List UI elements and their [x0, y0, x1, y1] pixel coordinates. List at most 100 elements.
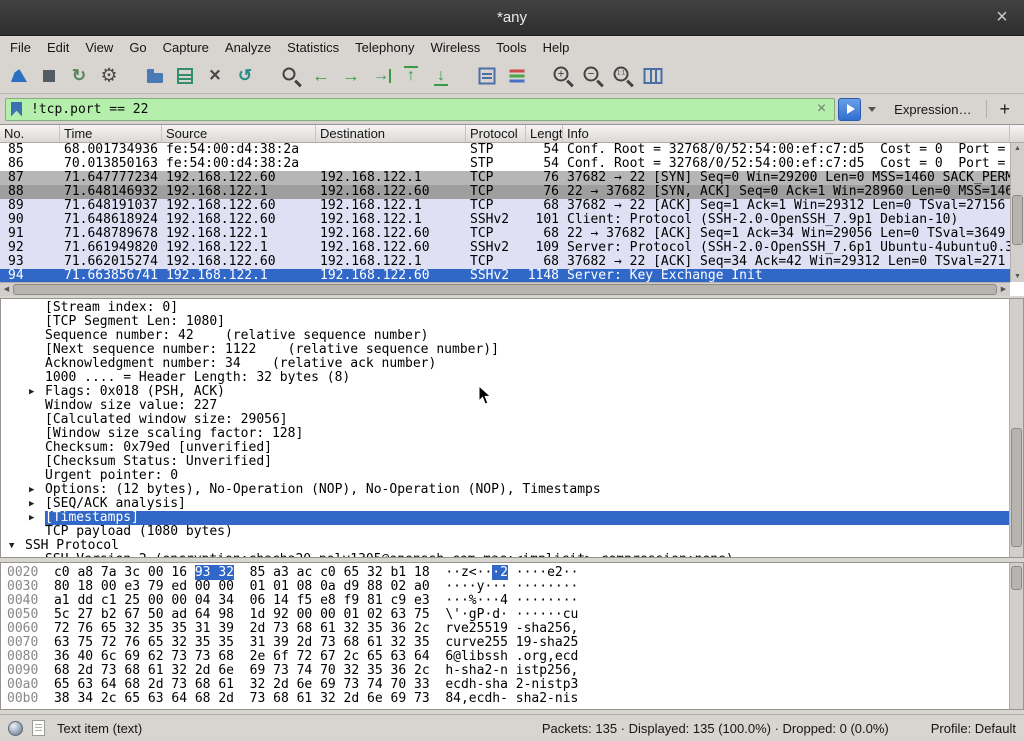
- window-close-button[interactable]: ×: [980, 6, 1024, 29]
- expand-icon[interactable]: [29, 483, 45, 497]
- menu-telephony[interactable]: Telephony: [347, 38, 422, 57]
- detail-line[interactable]: Acknowledgment number: 34 (relative ack …: [1, 357, 1023, 371]
- filter-bookmark-icon[interactable]: [11, 102, 22, 117]
- expand-icon[interactable]: [29, 385, 45, 399]
- menu-tools[interactable]: Tools: [488, 38, 534, 57]
- detail-line[interactable]: Checksum: 0x79ed [unverified]: [1, 441, 1023, 455]
- stop-capture-button[interactable]: [34, 62, 64, 90]
- menu-help[interactable]: Help: [535, 38, 578, 57]
- details-scrollbar-thumb[interactable]: [1011, 428, 1022, 547]
- column-header-no[interactable]: No.: [0, 125, 60, 142]
- detail-line[interactable]: [Next sequence number: 1122 (relative se…: [1, 343, 1023, 357]
- expand-icon[interactable]: [29, 497, 45, 511]
- menu-view[interactable]: View: [77, 38, 121, 57]
- menu-file[interactable]: File: [2, 38, 39, 57]
- go-back-button[interactable]: [306, 62, 336, 90]
- column-header-source[interactable]: Source: [162, 125, 316, 142]
- packet-row-88[interactable]: 8871.648146932192.168.122.1192.168.122.6…: [0, 185, 1010, 199]
- start-capture-button[interactable]: [4, 62, 34, 90]
- detail-line[interactable]: Urgent pointer: 0: [1, 469, 1023, 483]
- menu-wireless[interactable]: Wireless: [422, 38, 488, 57]
- menu-capture[interactable]: Capture: [155, 38, 217, 57]
- restart-capture-button[interactable]: [64, 62, 94, 90]
- close-capture-file-button[interactable]: [200, 62, 230, 90]
- detail-line[interactable]: [Timestamps]: [1, 511, 1023, 525]
- packet-row-91[interactable]: 9171.648789678192.168.122.1192.168.122.6…: [0, 227, 1010, 241]
- packet-row-86[interactable]: 8670.013850163fe:54:00:d4:38:2aSTP54Conf…: [0, 157, 1010, 171]
- detail-line[interactable]: Window size value: 227: [1, 399, 1023, 413]
- hex-row[interactable]: 00a0 65 63 64 68 2d 73 68 61 32 2d 6e 69…: [7, 678, 1009, 692]
- zoom-reset-button[interactable]: [608, 62, 638, 90]
- packet-list-vscrollbar[interactable]: [1010, 143, 1024, 282]
- zoom-in-button[interactable]: [548, 62, 578, 90]
- find-packet-button[interactable]: [276, 62, 306, 90]
- menu-statistics[interactable]: Statistics: [279, 38, 347, 57]
- hex-row[interactable]: 0070 63 75 72 76 65 32 35 35 31 39 2d 73…: [7, 636, 1009, 650]
- resize-columns-button[interactable]: [638, 62, 668, 90]
- open-capture-file-button[interactable]: [140, 62, 170, 90]
- packet-row-93[interactable]: 9371.662015274192.168.122.60192.168.122.…: [0, 255, 1010, 269]
- hex-scrollbar-thumb[interactable]: [1011, 566, 1022, 590]
- filter-value[interactable]: !tcp.port == 22: [31, 102, 814, 117]
- detail-line[interactable]: SSH Version 2 (encryption:chacha20-poly1…: [1, 553, 1023, 558]
- detail-line[interactable]: 1000 .... = Header Length: 32 bytes (8): [1, 371, 1023, 385]
- detail-line[interactable]: Sequence number: 42 (relative sequence n…: [1, 329, 1023, 343]
- detail-line[interactable]: Flags: 0x018 (PSH, ACK): [1, 385, 1023, 399]
- filter-apply-button[interactable]: [838, 98, 861, 121]
- column-header-length[interactable]: Length: [526, 125, 563, 142]
- packet-row-89[interactable]: 8971.648191037192.168.122.60192.168.122.…: [0, 199, 1010, 213]
- expert-info-icon[interactable]: [8, 721, 23, 736]
- title-bar[interactable]: *any ×: [0, 0, 1024, 36]
- zoom-out-button[interactable]: [578, 62, 608, 90]
- detail-line[interactable]: [SEQ/ACK analysis]: [1, 497, 1023, 511]
- scroll-down-icon[interactable]: [1011, 271, 1024, 282]
- packet-row-90[interactable]: 9071.648618924192.168.122.60192.168.122.…: [0, 213, 1010, 227]
- scroll-left-icon[interactable]: [0, 284, 13, 295]
- column-header-protocol[interactable]: Protocol: [466, 125, 526, 142]
- detail-line[interactable]: [Checksum Status: Unverified]: [1, 455, 1023, 469]
- reload-capture-button[interactable]: [230, 62, 260, 90]
- packet-row-94[interactable]: 9471.663856741192.168.122.1192.168.122.6…: [0, 269, 1010, 282]
- column-header-destination[interactable]: Destination: [316, 125, 466, 142]
- capture-options-button[interactable]: [94, 62, 124, 90]
- detail-line[interactable]: [Stream index: 0]: [1, 301, 1023, 315]
- go-forward-button[interactable]: [336, 62, 366, 90]
- scroll-up-icon[interactable]: [1011, 143, 1024, 154]
- detail-line[interactable]: [TCP Segment Len: 1080]: [1, 315, 1023, 329]
- hex-vscrollbar[interactable]: [1009, 563, 1023, 709]
- expand-icon[interactable]: [29, 511, 45, 525]
- detail-line[interactable]: TCP payload (1080 bytes): [1, 525, 1023, 539]
- column-header-info[interactable]: Info: [563, 125, 1010, 142]
- save-capture-file-button[interactable]: [170, 62, 200, 90]
- detail-line[interactable]: [Window size scaling factor: 128]: [1, 427, 1023, 441]
- hex-row[interactable]: 0020 c0 a8 7a 3c 00 16 93 32 85 a3 ac c0…: [7, 566, 1009, 580]
- menu-analyze[interactable]: Analyze: [217, 38, 279, 57]
- capture-comment-icon[interactable]: [32, 720, 45, 736]
- hex-row[interactable]: 0030 80 18 00 e3 79 ed 00 00 01 01 08 0a…: [7, 580, 1009, 594]
- hex-row[interactable]: 0050 5c 27 b2 67 50 ad 64 98 1d 92 00 00…: [7, 608, 1009, 622]
- auto-scroll-toggle-button[interactable]: [472, 62, 502, 90]
- status-profile[interactable]: Profile: Default: [931, 721, 1016, 736]
- packet-list-scrollbar-thumb[interactable]: [1012, 195, 1023, 245]
- hex-row[interactable]: 0090 68 2d 73 68 61 32 2d 6e 69 73 74 70…: [7, 664, 1009, 678]
- packet-row-92[interactable]: 9271.661949820192.168.122.1192.168.122.6…: [0, 241, 1010, 255]
- colorize-toggle-button[interactable]: [502, 62, 532, 90]
- packet-row-87[interactable]: 8771.647777234192.168.122.60192.168.122.…: [0, 171, 1010, 185]
- go-to-first-packet-button[interactable]: [396, 62, 426, 90]
- details-vscrollbar[interactable]: [1009, 299, 1023, 557]
- detail-line[interactable]: [Calculated window size: 29056]: [1, 413, 1023, 427]
- filter-clear-icon[interactable]: ×: [814, 101, 829, 117]
- packet-row-85[interactable]: 8568.001734936fe:54:00:d4:38:2aSTP54Conf…: [0, 143, 1010, 157]
- go-to-last-packet-button[interactable]: [426, 62, 456, 90]
- hex-row[interactable]: 0060 72 76 65 32 35 35 31 39 2d 73 68 61…: [7, 622, 1009, 636]
- hex-row[interactable]: 0080 36 40 6c 69 62 73 73 68 2e 6f 72 67…: [7, 650, 1009, 664]
- menu-go[interactable]: Go: [121, 38, 154, 57]
- column-header-time[interactable]: Time: [60, 125, 162, 142]
- filter-history-dropdown[interactable]: [864, 98, 879, 121]
- display-filter-input[interactable]: !tcp.port == 22 ×: [5, 98, 835, 121]
- hex-row[interactable]: 00b0 38 34 2c 65 63 64 68 2d 73 68 61 32…: [7, 692, 1009, 706]
- go-to-packet-button[interactable]: [366, 62, 396, 90]
- expression-button[interactable]: Expression…: [882, 102, 983, 117]
- filter-add-button[interactable]: +: [990, 99, 1019, 120]
- scroll-right-icon[interactable]: [997, 284, 1010, 295]
